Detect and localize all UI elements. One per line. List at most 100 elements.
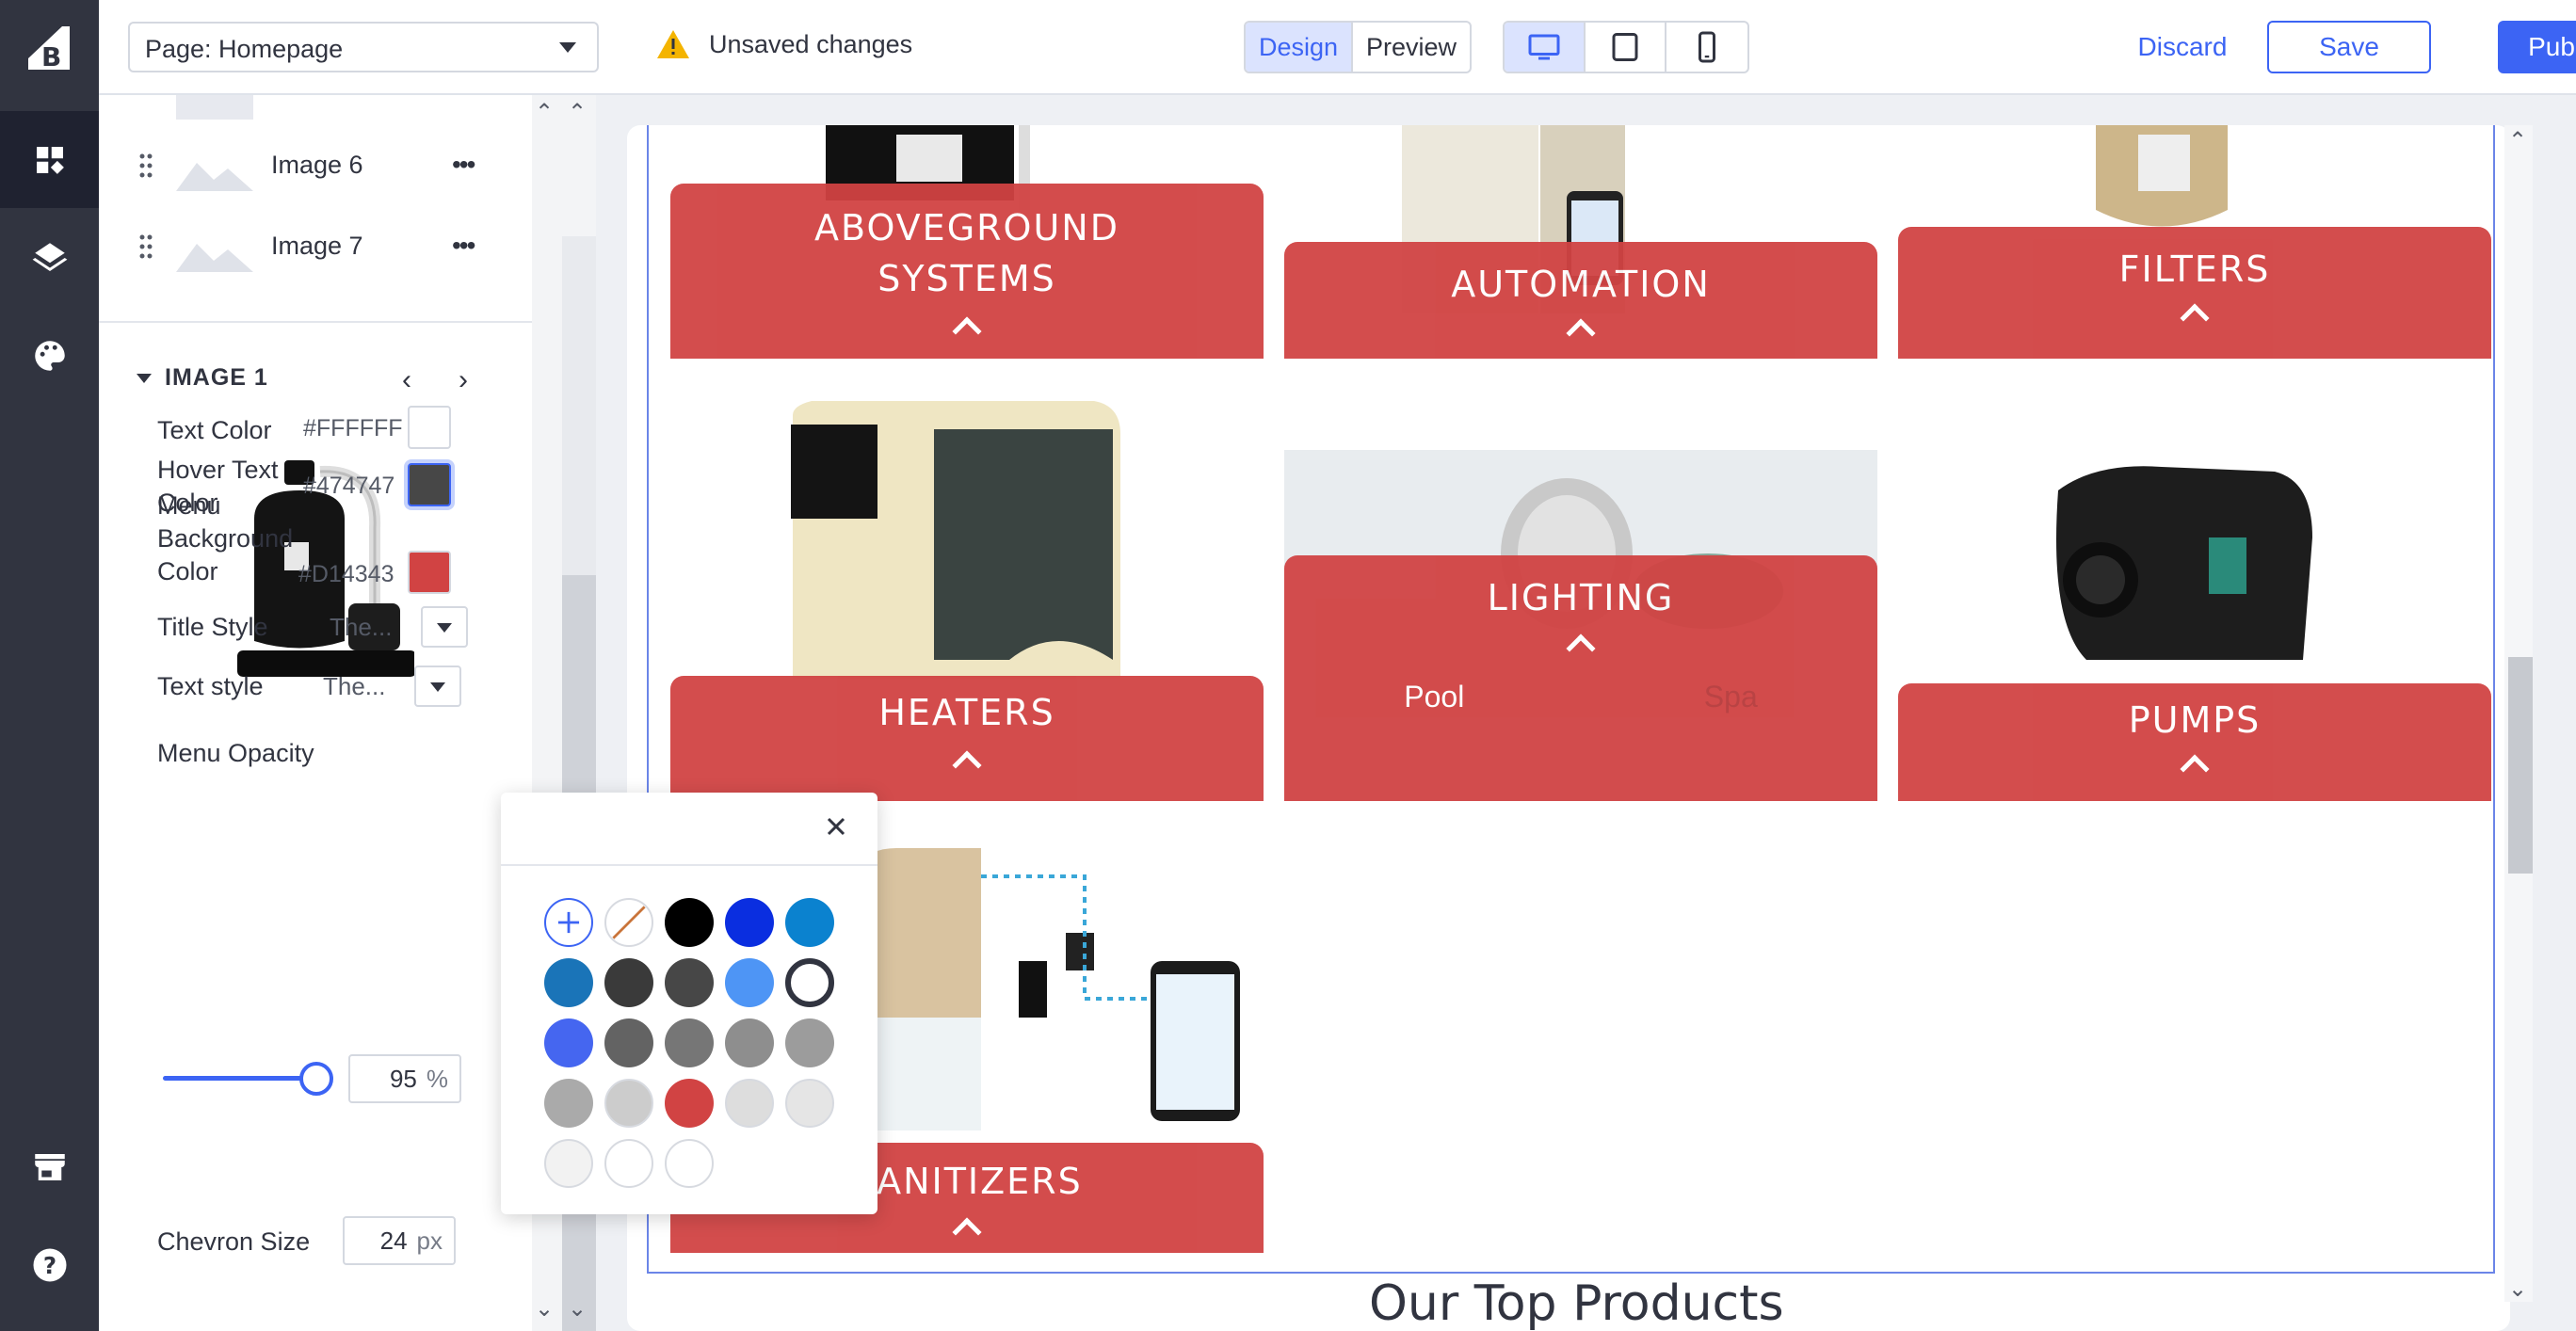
help-icon[interactable]: ?: [0, 1216, 99, 1313]
scrollbar-thumb[interactable]: [2508, 657, 2533, 874]
canvas-scrollbar[interactable]: ⌃ ⌄: [2504, 125, 2533, 1302]
more-options-icon[interactable]: •••: [452, 231, 475, 261]
more-options-icon[interactable]: •••: [452, 150, 475, 180]
page-select-value: Page: Homepage: [145, 35, 344, 63]
selected-widget-outline: [647, 125, 2495, 1274]
hover-text-color-swatch[interactable]: [408, 463, 451, 506]
color-swatch[interactable]: [544, 958, 593, 1007]
storefront-icon[interactable]: [0, 1118, 99, 1215]
title-style-label: Title Style: [157, 613, 268, 641]
tablet-view-button[interactable]: [1586, 23, 1666, 72]
close-icon[interactable]: [823, 813, 849, 840]
svg-text:?: ?: [42, 1251, 56, 1278]
opacity-slider-knob[interactable]: [299, 1062, 333, 1096]
opacity-value: 95: [389, 1064, 417, 1093]
menu-bg-color-label-line: Color: [157, 557, 218, 585]
palette-icon[interactable]: [0, 307, 99, 404]
color-swatch-grid: [544, 898, 834, 1188]
scroll-down-icon[interactable]: ⌄: [535, 1295, 554, 1323]
tablet-icon: [1612, 33, 1638, 61]
menu-bg-color-label-line: Menu: [157, 491, 221, 520]
color-swatch[interactable]: [725, 958, 774, 1007]
color-swatch[interactable]: [544, 1139, 593, 1188]
text-color-hex: #FFFFFF: [303, 415, 403, 441]
chevron-size-input[interactable]: 24 px: [343, 1216, 456, 1265]
color-swatch[interactable]: [604, 1018, 653, 1067]
scroll-up-icon[interactable]: ⌃: [535, 99, 554, 126]
title-style-value: The...: [330, 613, 393, 641]
layer-label: Image 7: [271, 232, 363, 260]
section-title: IMAGE 1: [165, 364, 268, 391]
color-swatch[interactable]: [725, 1079, 774, 1128]
color-swatch[interactable]: [785, 1018, 834, 1067]
svg-text:B: B: [41, 41, 61, 72]
scroll-down-icon[interactable]: ⌄: [2508, 1275, 2527, 1303]
left-rail: B ?: [0, 0, 99, 1331]
scroll-down-icon[interactable]: ⌄: [568, 1295, 587, 1323]
opacity-unit: %: [426, 1064, 448, 1093]
chevron-size-label: Chevron Size: [157, 1227, 311, 1256]
desktop-view-button[interactable]: [1505, 23, 1586, 72]
drag-handle-icon[interactable]: [138, 233, 153, 261]
text-color-swatch[interactable]: [408, 406, 451, 449]
top-bar: Page: Homepage Unsaved changes Design Pr…: [99, 0, 2576, 95]
next-arrow-icon[interactable]: ›: [459, 364, 468, 396]
color-swatch[interactable]: [604, 1139, 653, 1188]
hover-text-color-label-line: Hover Text: [157, 456, 279, 484]
layer-item-image-6[interactable]: Image 6 •••: [99, 129, 532, 204]
add-color-icon[interactable]: [544, 898, 593, 947]
no-color-icon[interactable]: [604, 898, 653, 947]
layer-item-image-7[interactable]: Image 7 •••: [99, 210, 532, 285]
color-swatch[interactable]: [785, 958, 834, 1007]
menu-bg-color-swatch[interactable]: [408, 551, 451, 594]
color-swatch[interactable]: [604, 1079, 653, 1128]
color-swatch[interactable]: [665, 1079, 714, 1128]
layer-label: Image 6: [271, 151, 363, 179]
text-style-value: The...: [323, 672, 386, 700]
layer-item[interactable]: [99, 95, 532, 133]
scrollbar-thumb[interactable]: [562, 236, 596, 575]
title-style-dropdown[interactable]: [421, 606, 468, 648]
chevron-size-value: 24: [379, 1226, 408, 1255]
color-swatch[interactable]: [665, 1139, 714, 1188]
color-picker-header: [501, 793, 877, 866]
unsaved-label: Unsaved changes: [709, 29, 913, 58]
scroll-up-icon[interactable]: ⌃: [568, 99, 587, 126]
drag-handle-icon[interactable]: [138, 152, 153, 180]
hover-text-color-hex: #474747: [303, 473, 395, 499]
design-mode-button[interactable]: Design: [1246, 23, 1353, 72]
menu-bg-color-label: Menu Background Color: [157, 489, 293, 588]
widgets-icon[interactable]: [0, 111, 99, 208]
mobile-icon: [1698, 31, 1715, 63]
save-button[interactable]: Save: [2267, 21, 2431, 73]
color-swatch[interactable]: [785, 898, 834, 947]
color-swatch[interactable]: [665, 1018, 714, 1067]
publish-button[interactable]: Publish: [2498, 21, 2576, 73]
color-swatch[interactable]: [785, 1079, 834, 1128]
color-swatch[interactable]: [665, 898, 714, 947]
page-select[interactable]: Page: Homepage: [128, 22, 599, 72]
color-swatch[interactable]: [544, 1079, 593, 1128]
bigcommerce-logo[interactable]: B: [26, 24, 73, 72]
opacity-input[interactable]: 95 %: [348, 1054, 461, 1103]
color-swatch[interactable]: [604, 958, 653, 1007]
layers-icon[interactable]: [0, 209, 99, 306]
chevron-size-unit: px: [416, 1226, 443, 1255]
desktop-icon: [1528, 34, 1560, 60]
color-swatch[interactable]: [665, 958, 714, 1007]
text-style-dropdown[interactable]: [414, 666, 461, 707]
panel-divider: [99, 321, 532, 323]
scroll-up-icon[interactable]: ⌃: [2508, 127, 2527, 154]
preview-mode-button[interactable]: Preview: [1353, 23, 1470, 72]
mobile-view-button[interactable]: [1666, 23, 1747, 72]
color-swatch[interactable]: [725, 898, 774, 947]
previous-arrow-icon[interactable]: ‹: [402, 364, 411, 396]
chevron-down-icon: [559, 42, 576, 53]
color-swatch[interactable]: [725, 1018, 774, 1067]
discard-button[interactable]: Discard: [2121, 21, 2244, 73]
text-color-label: Text Color: [157, 416, 272, 444]
opacity-slider-track[interactable]: [163, 1076, 316, 1081]
text-style-label: Text style: [157, 672, 264, 700]
section-header[interactable]: IMAGE 1: [137, 364, 268, 392]
color-swatch[interactable]: [544, 1018, 593, 1067]
